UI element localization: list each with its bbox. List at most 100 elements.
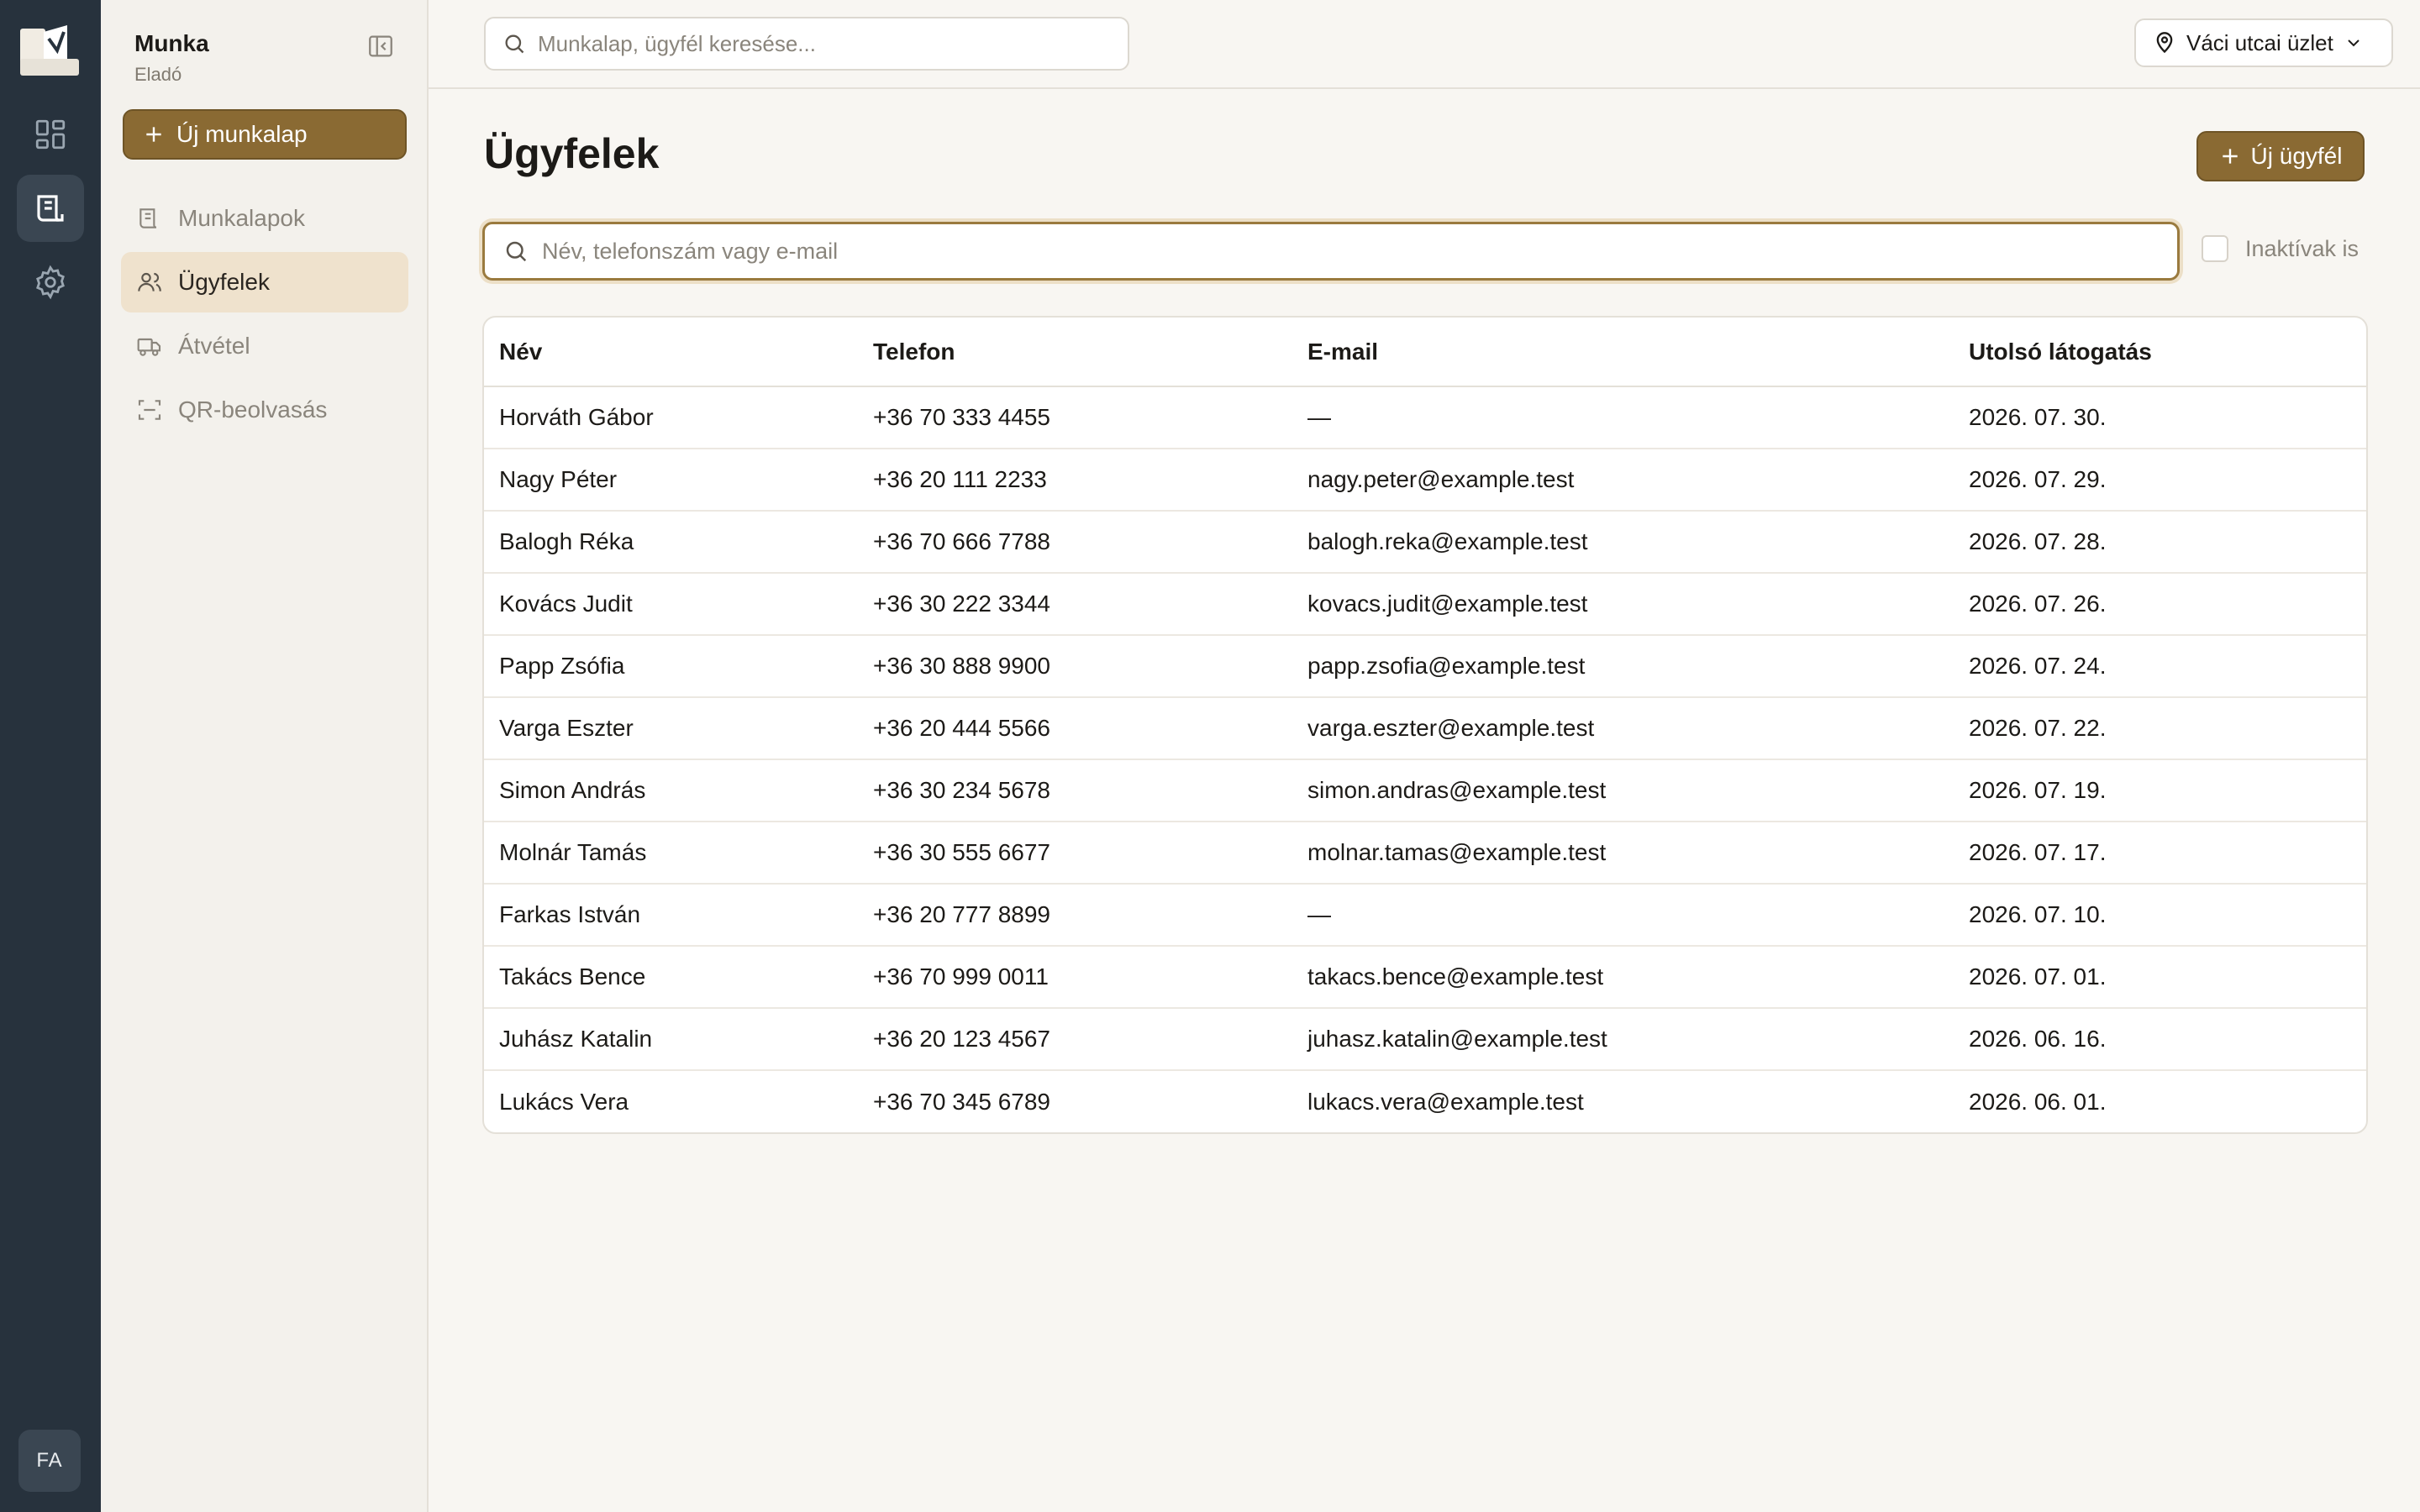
page-title: Ügyfelek (484, 130, 660, 177)
client-phone: +36 30 888 9900 (858, 635, 1292, 698)
client-email: takacs.bence@example.test (1292, 946, 1954, 1009)
client-name: Lukács Vera (499, 1088, 629, 1115)
client-last-visit: 2026. 07. 28. (1954, 511, 2366, 574)
table-row[interactable]: Juhász Katalin +36 20 123 4567 juhasz.ka… (484, 1008, 2366, 1071)
client-phone: +36 30 555 6677 (858, 822, 1292, 885)
global-search-input[interactable] (538, 30, 1109, 57)
client-phone: +36 30 234 5678 (858, 759, 1292, 822)
client-email: simon.andras@example.test (1292, 759, 1954, 822)
client-email: molnar.tamas@example.test (1292, 822, 1954, 885)
app-rail: FA (0, 0, 101, 1512)
client-name: Takács Bence (484, 946, 858, 1009)
client-phone: +36 20 444 5566 (858, 697, 1292, 760)
client-search-input[interactable] (542, 238, 2139, 265)
sidebar-item-worksheets[interactable]: Munkalapok (121, 188, 408, 249)
table-row[interactable]: Balogh Réka +36 70 666 7788 balogh.reka@… (484, 511, 2366, 574)
table-row[interactable]: Simon András +36 30 234 5678 simon.andra… (484, 759, 2366, 822)
column-header-phone[interactable]: Telefon (858, 318, 1292, 387)
new-worksheet-button[interactable]: Új munkalap (123, 109, 407, 160)
sidebar-item-clients[interactable]: Ügyfelek (121, 252, 408, 312)
rail-dashboard-button[interactable] (17, 101, 84, 168)
client-last-visit: 2026. 07. 19. (1954, 759, 2366, 822)
client-phone: +36 70 333 4455 (858, 386, 1292, 449)
table-row[interactable]: Nagy Péter +36 20 111 2233 nagy.peter@ex… (484, 449, 2366, 512)
sidebar: Munka Eladó Új munkalap Munkalapok Ügyfe… (101, 0, 429, 1512)
client-last-visit: 2026. 07. 22. (1954, 697, 2366, 760)
table-header-row: Név Telefon E-mail Utolsó látogatás (484, 318, 2366, 387)
column-header-email[interactable]: E-mail (1292, 318, 1954, 387)
rail-settings-button[interactable] (17, 249, 84, 316)
column-header-last-visit[interactable]: Utolsó látogatás (1954, 318, 2366, 387)
table-row[interactable]: Papp Zsófia +36 30 888 9900 papp.zsofia@… (484, 635, 2366, 698)
top-bar: Váci utcai üzlet (429, 0, 2420, 89)
client-name: Varga Eszter (484, 697, 858, 760)
client-name: Papp Zsófia (484, 635, 858, 698)
sidebar-item-label: Munkalapok (178, 205, 305, 231)
client-name: Kovács Judit (484, 573, 858, 636)
inactive-label: Inaktívak is (2245, 235, 2360, 261)
rail-worksheets-button[interactable] (17, 175, 84, 242)
plus-icon (146, 127, 161, 142)
global-search[interactable] (484, 17, 1129, 71)
client-last-visit: 2026. 07. 17. (1954, 822, 2366, 885)
client-last-visit: 2026. 07. 30. (1954, 386, 2366, 449)
sidebar-item-label: QR-beolvasás (178, 396, 328, 423)
inactive-checkbox[interactable] (2202, 235, 2228, 262)
client-phone: +36 70 666 7788 (858, 511, 1292, 574)
client-email: varga.eszter@example.test (1292, 697, 1954, 760)
table-row[interactable]: Lukács Vera +36 70 345 6789 lukacs.vera@… (484, 1070, 2366, 1132)
client-phone: +36 70 999 0011 (858, 946, 1292, 1009)
new-client-button[interactable]: Új ügyfél (2196, 131, 2365, 181)
client-last-visit: 2026. 07. 24. (1954, 635, 2366, 698)
client-email: juhasz.katalin@example.test (1292, 1008, 1954, 1071)
client-email: lukacs.vera@example.test (1307, 1088, 1584, 1115)
search-icon (506, 241, 527, 262)
client-phone: +36 30 222 3344 (858, 573, 1292, 636)
table-row[interactable]: Farkas István +36 20 777 8899 — 2026. 07… (484, 884, 2366, 947)
client-last-visit: 2026. 06. 16. (1954, 1008, 2366, 1071)
client-last-visit: 2026. 07. 01. (1954, 946, 2366, 1009)
workspace-role: Eladó (134, 64, 182, 85)
client-name: Balogh Réka (484, 511, 858, 574)
client-phone: +36 20 777 8899 (858, 884, 1292, 947)
sidebar-item-label: Átvétel (178, 333, 250, 359)
chevron-down-icon (2348, 39, 2360, 47)
sidebar-item-label: Ügyfelek (178, 269, 270, 295)
store-name: Váci utcai üzlet (2186, 29, 2333, 55)
sidebar-item-qr-scan[interactable]: QR-beolvasás (121, 380, 408, 440)
client-email: kovacs.judit@example.test (1292, 573, 1954, 636)
table-row[interactable]: Varga Eszter +36 20 444 5566 varga.eszte… (484, 697, 2366, 760)
dashboard-icon (35, 119, 66, 150)
table-row[interactable]: Takács Bence +36 70 999 0011 takacs.benc… (484, 946, 2366, 1009)
client-name: Horváth Gábor (484, 386, 858, 449)
client-last-visit: 2026. 06. 01. (1969, 1088, 2107, 1115)
inactive-toggle[interactable]: Inaktívak is (2202, 235, 2359, 262)
sidebar-collapse-icon[interactable] (366, 32, 395, 60)
client-email: nagy.peter@example.test (1292, 449, 1954, 512)
client-name: Simon András (484, 759, 858, 822)
table-row[interactable]: Horváth Gábor +36 70 333 4455 — 2026. 07… (484, 386, 2366, 449)
sidebar-item-pickup[interactable]: Átvétel (121, 316, 408, 376)
client-phone: +36 20 111 2233 (858, 449, 1292, 512)
client-name: Juhász Katalin (484, 1008, 858, 1071)
worksheet-icon (37, 195, 64, 222)
gear-icon (36, 265, 65, 300)
client-name: Nagy Péter (484, 449, 858, 512)
user-avatar[interactable]: FA (18, 1430, 81, 1492)
client-last-visit: 2026. 07. 10. (1954, 884, 2366, 947)
client-name: Molnár Tamás (484, 822, 858, 885)
users-icon (138, 272, 161, 291)
client-email: — (1292, 884, 1954, 947)
table-row[interactable]: Kovács Judit +36 30 222 3344 kovacs.judi… (484, 573, 2366, 636)
truck-icon (137, 338, 161, 356)
client-phone: +36 20 123 4567 (858, 1008, 1292, 1071)
client-email: balogh.reka@example.test (1292, 511, 1954, 574)
store-selector[interactable]: Váci utcai üzlet (2134, 18, 2393, 67)
table-row[interactable]: Molnár Tamás +36 30 555 6677 molnar.tama… (484, 822, 2366, 885)
new-worksheet-label: Új munkalap (176, 121, 308, 147)
clients-table: Név Telefon E-mail Utolsó látogatás Horv… (482, 316, 2368, 1134)
client-search[interactable] (482, 222, 2180, 281)
app-logo-icon[interactable] (18, 22, 81, 77)
column-header-name[interactable]: Név (484, 318, 858, 387)
new-client-label: Új ügyfél (2250, 143, 2343, 169)
